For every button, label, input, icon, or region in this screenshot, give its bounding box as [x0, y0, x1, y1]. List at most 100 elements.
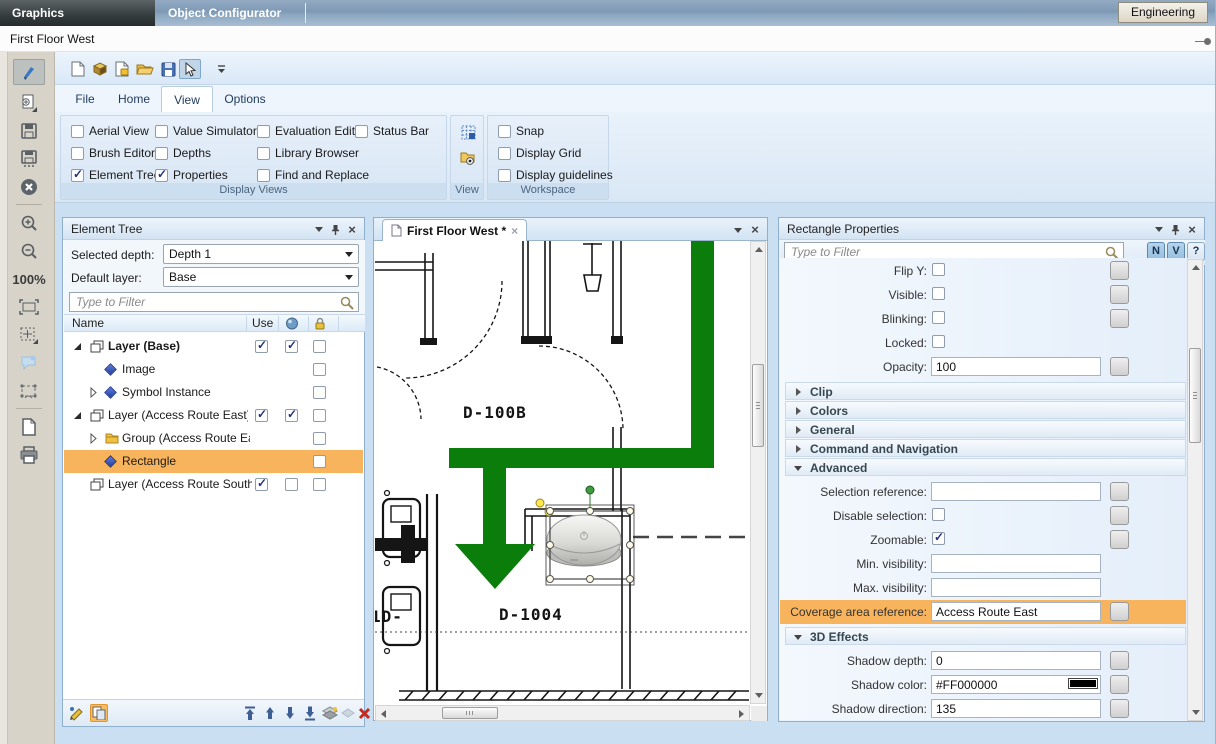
view-grid-button[interactable]	[457, 121, 479, 143]
scroll-left-button[interactable]	[377, 707, 390, 720]
close-icon[interactable]: ×	[1185, 223, 1199, 236]
checkbox-display-guidelines[interactable]: Display guidelines	[498, 167, 613, 183]
category-command-navigation[interactable]: Command and Navigation	[785, 439, 1186, 457]
tree-row-layer-base[interactable]: Layer (Base)	[64, 335, 363, 358]
fit-to-view-button[interactable]	[13, 294, 45, 320]
reference-button[interactable]	[1110, 357, 1129, 376]
scroll-right-button[interactable]	[735, 707, 748, 720]
coverage-area-input[interactable]	[931, 602, 1101, 621]
move-to-top-button[interactable]	[241, 704, 259, 722]
new-document-button[interactable]	[13, 90, 45, 116]
checkbox-library-browser[interactable]: Library Browser	[257, 145, 359, 161]
panel-menu-button[interactable]	[312, 223, 326, 236]
tab-list-button[interactable]	[731, 224, 745, 237]
print-button[interactable]	[13, 442, 45, 468]
checkbox-evaluation-editor[interactable]: Evaluation Editor	[257, 123, 366, 139]
locked-checkbox[interactable]	[932, 335, 945, 348]
tab-close-icon[interactable]: ×	[511, 224, 518, 238]
reference-button[interactable]	[1110, 482, 1129, 501]
ribbon-tab-file[interactable]: File	[63, 86, 107, 112]
tree-row-layer-access-route-east[interactable]: Layer (Access Route East)	[64, 404, 363, 427]
search-icon[interactable]	[340, 296, 354, 310]
reference-button[interactable]	[1110, 506, 1129, 525]
scroll-up-button[interactable]	[752, 243, 765, 256]
category-3d-effects[interactable]: 3D Effects	[785, 627, 1186, 645]
move-down-button[interactable]	[281, 704, 299, 722]
visible-checkbox[interactable]	[285, 409, 298, 422]
brush-tool-button[interactable]	[13, 59, 45, 85]
reference-button[interactable]	[1110, 309, 1129, 328]
scrollbar-thumb[interactable]	[1189, 348, 1201, 443]
checkbox-properties[interactable]: Properties	[155, 167, 228, 183]
checkbox-depths[interactable]: Depths	[155, 145, 211, 161]
checkbox-find-and-replace[interactable]: Find and Replace	[257, 167, 369, 183]
ribbon-tab-view[interactable]: View	[161, 86, 213, 112]
canvas-vertical-scrollbar[interactable]	[750, 241, 766, 704]
category-general[interactable]: General	[785, 420, 1186, 438]
qat-new-button[interactable]	[67, 59, 89, 79]
min-visibility-input[interactable]	[931, 554, 1101, 573]
use-checkbox[interactable]	[255, 340, 268, 353]
scroll-up-button[interactable]	[1189, 261, 1202, 274]
tab-object-configurator[interactable]: Object Configurator	[158, 0, 281, 26]
close-document-icon[interactable]: ×	[748, 223, 762, 236]
reference-button[interactable]	[1110, 285, 1129, 304]
tree-row-rectangle[interactable]: Rectangle	[64, 450, 363, 473]
checkbox-element-tree[interactable]: Element Tree	[71, 167, 160, 183]
canvas-horizontal-scrollbar[interactable]	[375, 705, 750, 721]
qat-overflow-button[interactable]	[210, 59, 232, 79]
shadow-direction-input[interactable]	[931, 699, 1101, 718]
checkbox-display-grid[interactable]: Display Grid	[498, 145, 581, 161]
splitter-handle-icon[interactable]	[1195, 38, 1211, 45]
checkbox-value-simulator[interactable]: Value Simulator	[155, 123, 257, 139]
save-as-button[interactable]	[13, 146, 45, 172]
view-folder-button[interactable]	[457, 147, 479, 169]
zoom-in-button[interactable]	[13, 210, 45, 236]
default-layer-dropdown[interactable]: Base	[163, 267, 359, 287]
lock-checkbox[interactable]	[313, 363, 326, 376]
edit-tool-button[interactable]	[68, 704, 86, 722]
pin-icon[interactable]	[328, 223, 342, 236]
checkbox-aerial-view[interactable]: Aerial View	[71, 123, 149, 139]
properties-scrollbar[interactable]	[1187, 259, 1203, 721]
scrollbar-thumb[interactable]	[442, 707, 498, 719]
category-advanced[interactable]: Advanced	[785, 458, 1186, 476]
tab-graphics[interactable]: Graphics	[0, 0, 155, 26]
visible-checkbox[interactable]	[285, 478, 298, 491]
tree-row-layer-access-route-south[interactable]: Layer (Access Route South)	[64, 473, 363, 496]
category-colors[interactable]: Colors	[785, 401, 1186, 419]
expander-collapsed-icon[interactable]	[90, 387, 97, 398]
reference-button[interactable]	[1110, 675, 1129, 694]
use-checkbox[interactable]	[255, 409, 268, 422]
lock-checkbox[interactable]	[313, 432, 326, 445]
delete-button[interactable]	[355, 704, 373, 722]
paste-mode-button[interactable]	[90, 704, 108, 722]
page-setup-button[interactable]	[13, 414, 45, 440]
lock-checkbox[interactable]	[313, 386, 326, 399]
max-visibility-input[interactable]	[931, 578, 1101, 597]
move-up-button[interactable]	[261, 704, 279, 722]
checkbox-brush-editor[interactable]: Brush Editor	[71, 145, 155, 161]
scroll-down-button[interactable]	[1189, 706, 1202, 719]
flatten-layers-button[interactable]	[321, 704, 339, 722]
pin-icon[interactable]	[1168, 223, 1182, 236]
comment-tool-button[interactable]	[13, 350, 45, 376]
expander-collapsed-icon[interactable]	[90, 433, 97, 444]
use-checkbox[interactable]	[255, 478, 268, 491]
opacity-input[interactable]	[931, 357, 1101, 376]
drawing-viewport[interactable]: D-100B D-1004 1D-	[375, 241, 749, 704]
tree-row-image[interactable]: Image	[64, 358, 363, 381]
qat-import-button[interactable]	[89, 59, 111, 79]
reference-button[interactable]	[1110, 530, 1129, 549]
filter-input[interactable]	[74, 294, 334, 310]
visible-checkbox[interactable]	[932, 287, 945, 300]
reference-button[interactable]	[1110, 651, 1129, 670]
disable-selection-checkbox[interactable]	[932, 508, 945, 521]
smoke-detector-symbol[interactable]	[547, 515, 621, 566]
column-use[interactable]: Use	[252, 315, 273, 333]
expander-expanded-icon[interactable]	[74, 343, 81, 350]
blinking-checkbox[interactable]	[932, 311, 945, 324]
anchor-handle[interactable]	[536, 499, 544, 507]
flip-y-checkbox[interactable]	[932, 263, 945, 276]
qat-save-button[interactable]	[157, 59, 179, 79]
